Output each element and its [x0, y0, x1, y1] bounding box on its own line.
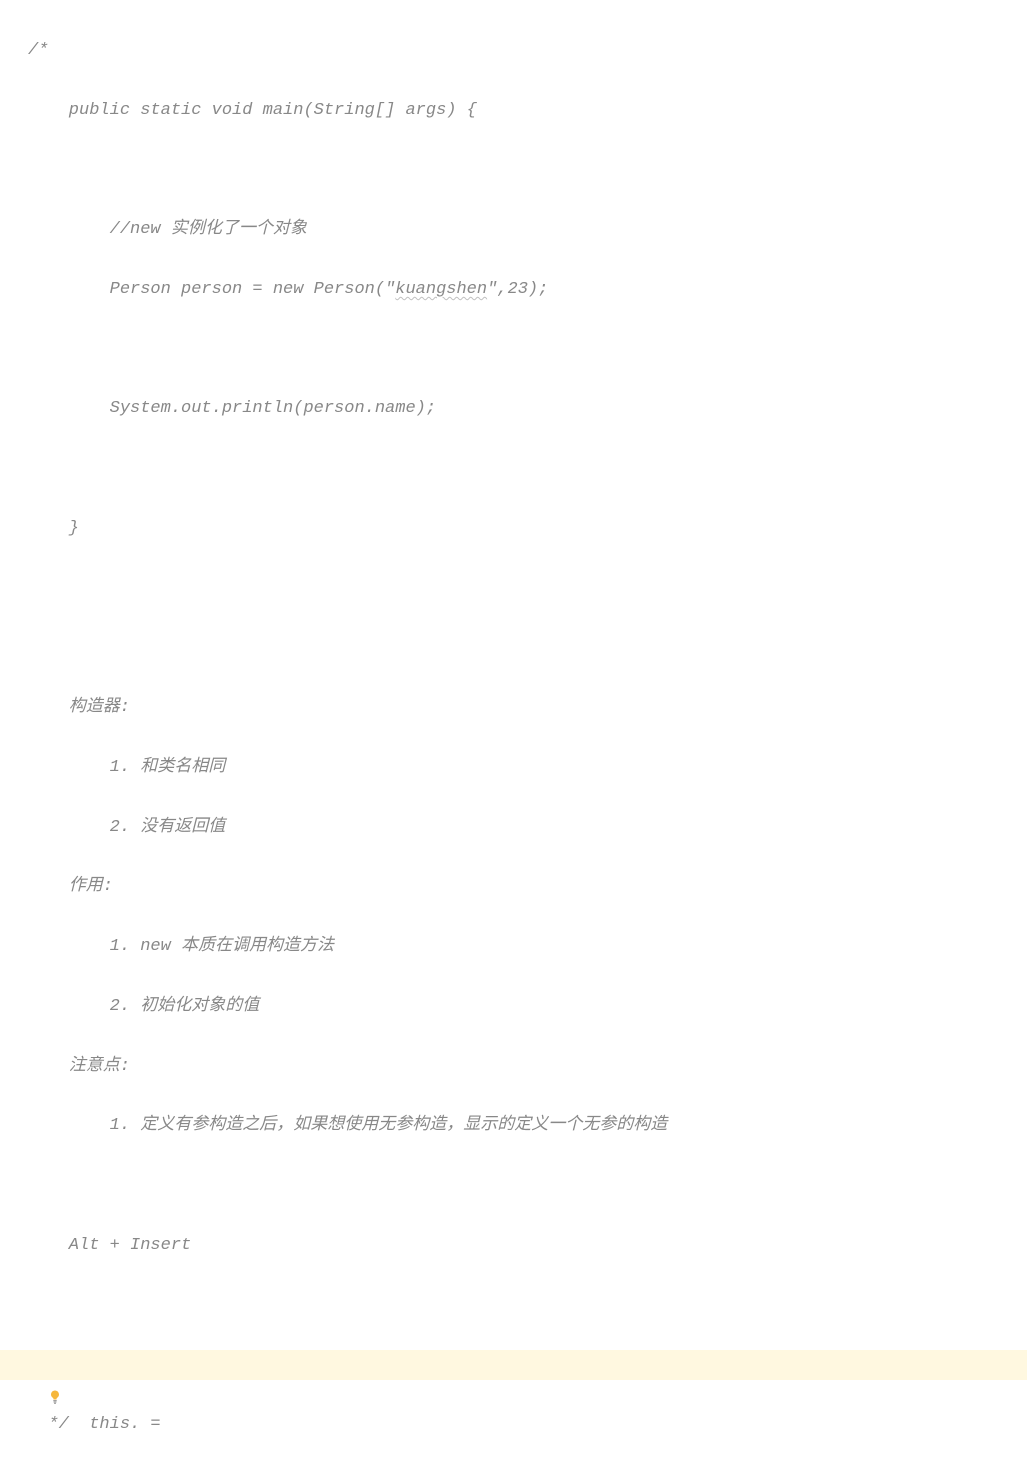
code-line [28, 574, 1027, 604]
code-line: */ [28, 1410, 1027, 1440]
code-line: 注意点: [28, 1052, 1027, 1082]
code-line: } [28, 514, 1027, 544]
code-line [28, 335, 1027, 365]
code-editor[interactable]: /* public static void main(String[] args… [0, 0, 1027, 1470]
code-text: Person person = new Person(" [28, 280, 395, 299]
code-line: 构造器: [28, 693, 1027, 723]
code-text: this. = [48, 1415, 160, 1434]
typo-underline: kuangshen [395, 280, 487, 299]
lightbulb-icon[interactable] [6, 1357, 22, 1373]
code-line: 2. 初始化对象的值 [28, 992, 1027, 1022]
code-line: 作用: [28, 872, 1027, 902]
code-line: 2. 没有返回值 [28, 813, 1027, 843]
code-text: ",23); [487, 280, 548, 299]
code-line: /* [28, 36, 1027, 66]
code-line [28, 633, 1027, 663]
code-line: 1. 定义有参构造之后，如果想使用无参构造，显示的定义一个无参的构造 [28, 1111, 1027, 1141]
code-line [28, 1171, 1027, 1201]
code-line [28, 155, 1027, 185]
editor-gutter [0, 0, 28, 736]
code-line: public static void main(String[] args) { [28, 96, 1027, 126]
code-line [28, 454, 1027, 484]
code-line-active: this. = [0, 1350, 1027, 1380]
code-line: 1. new 本质在调用构造方法 [28, 932, 1027, 962]
code-line [28, 1291, 1027, 1321]
code-line: System.out.println(person.name); [28, 394, 1027, 424]
code-line: Alt + Insert [28, 1231, 1027, 1261]
code-line: //new 实例化了一个对象 [28, 215, 1027, 245]
code-line: 1. 和类名相同 [28, 753, 1027, 783]
code-line: Person person = new Person("kuangshen",2… [28, 275, 1027, 305]
